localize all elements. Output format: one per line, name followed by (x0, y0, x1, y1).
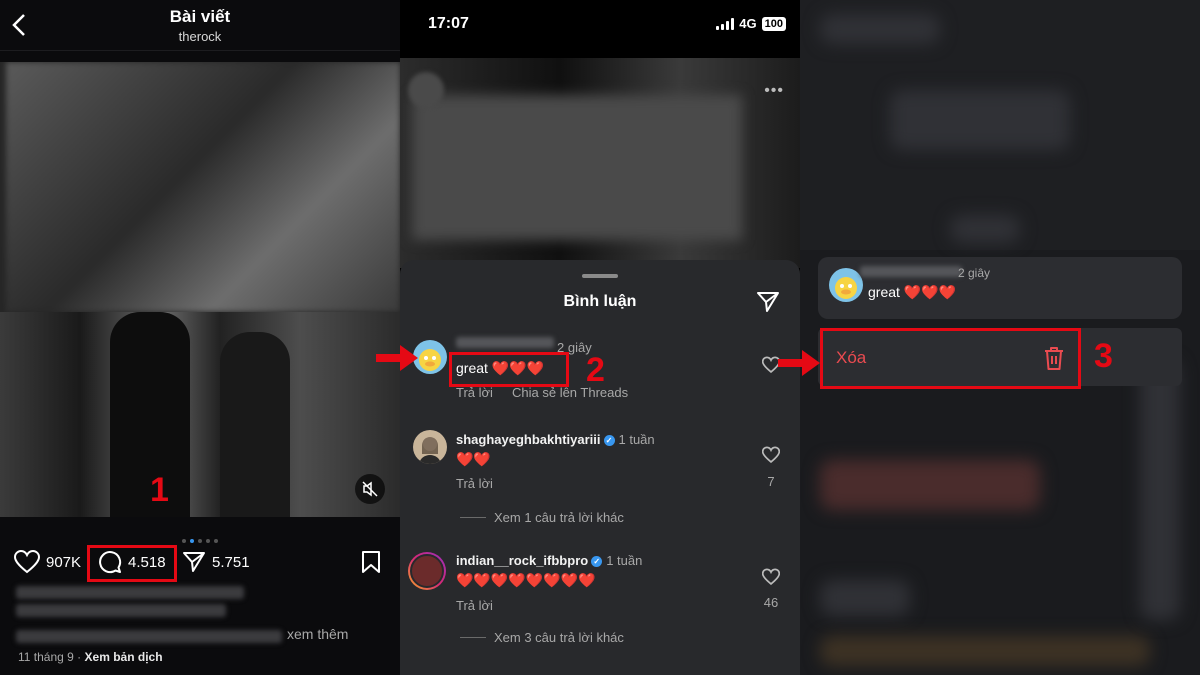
comment-age: 1 tuần (606, 553, 643, 568)
avatar (408, 552, 446, 590)
heart-icon[interactable] (761, 446, 781, 464)
battery-icon: 100 (761, 16, 786, 31)
reply-link[interactable]: Trả lời (456, 385, 493, 400)
comment-text: ❤️❤️❤️❤️❤️❤️❤️❤️ (456, 572, 596, 588)
view-more-replies[interactable]: Xem 3 câu trả lời khác (460, 630, 624, 645)
heart-icon[interactable] (761, 568, 781, 586)
page-subtitle: therock (178, 29, 222, 44)
blurred-area (950, 215, 1020, 243)
avatar (413, 430, 447, 464)
send-icon (183, 552, 205, 572)
arrow-right-icon (376, 345, 418, 371)
blurred-caption (16, 630, 282, 643)
view-more-replies[interactable]: Xem 1 câu trả lời khác (460, 510, 624, 525)
drag-handle[interactable] (582, 274, 618, 278)
blurred-caption (16, 586, 244, 599)
translate-link[interactable]: Xem bản dịch (85, 650, 163, 664)
verified-icon: ✓ (603, 435, 615, 446)
send-icon[interactable] (756, 290, 780, 314)
carousel-dot (190, 539, 194, 543)
post-actions: 907K 4.518 5.751 (0, 545, 400, 579)
comments-sheet: Bình luận 2 giây great ❤️❤️❤️ Trả lời Ch… (400, 260, 800, 675)
post-panel: Bài viết therock 907K 4.518 5.751 1 xem … (0, 0, 400, 675)
share-button[interactable]: 5.751 (182, 545, 250, 579)
like-count: 7 (767, 474, 775, 489)
like-button[interactable]: 907K (14, 545, 81, 579)
page-title: Bài viết (169, 7, 231, 26)
comments-panel: 17:07 4G 100 ••• Bình luận 2 giây great … (400, 0, 800, 675)
separator: · (77, 650, 82, 664)
highlight-box-comment (87, 545, 177, 582)
post-date: 11 tháng 9 (18, 650, 74, 664)
network-label: 4G (739, 16, 757, 31)
step-number-2: 2 (586, 351, 605, 389)
blurred-area (6, 62, 400, 312)
share-threads-link[interactable]: Chia sẻ lên Threads (512, 385, 628, 400)
comment-username[interactable]: indian__rock_ifbbpro (456, 553, 588, 568)
blurred-area (820, 460, 1040, 510)
sheet-title: Bình luận (563, 293, 637, 310)
avatar (829, 268, 863, 302)
carousel-dot (182, 539, 186, 543)
verified-icon: ✓ (591, 556, 603, 567)
post-date-line: 11 tháng 9 · Xem bản dịch (18, 650, 163, 664)
heart-icon (14, 550, 40, 574)
step-number-1: 1 (150, 471, 169, 509)
signal-icon (716, 17, 735, 30)
selected-comment-card: 2 giây great ❤️❤️❤️ (818, 257, 1182, 319)
like-count: 46 (763, 595, 779, 610)
blurred-area (890, 90, 1070, 150)
comment-age: 1 tuần (618, 432, 655, 447)
blurred-area (820, 580, 910, 616)
carousel-dot (206, 539, 210, 543)
comment-text: ❤️❤️ (456, 451, 491, 467)
mute-icon[interactable] (355, 474, 385, 504)
save-button[interactable] (360, 545, 382, 579)
blurred-area (820, 636, 1150, 666)
blurred-area (1140, 360, 1180, 620)
view-more-replies-label: Xem 3 câu trả lời khác (494, 630, 624, 645)
more-icon[interactable]: ••• (764, 82, 784, 100)
reply-link[interactable]: Trả lời (456, 476, 493, 491)
blurred-area (820, 14, 940, 44)
comment-username[interactable]: shaghayeghbakhtiyariii (456, 432, 601, 447)
avatar (408, 72, 444, 108)
arrow-right-icon (778, 350, 820, 376)
blurred-username (860, 266, 962, 277)
carousel-dot (214, 539, 218, 543)
photo-scene (0, 312, 400, 517)
post-header: Bài viết therock (0, 0, 400, 51)
status-time: 17:07 (428, 15, 469, 32)
status-bar: 4G 100 (716, 16, 786, 31)
see-more-link[interactable]: xem thêm (287, 626, 348, 642)
view-more-replies-label: Xem 1 câu trả lời khác (494, 510, 624, 525)
post-photo[interactable] (0, 62, 400, 517)
blurred-caption (16, 604, 226, 617)
share-count: 5.751 (212, 553, 250, 571)
bookmark-icon (362, 551, 380, 573)
carousel-dot (198, 539, 202, 543)
photo-figure (220, 332, 290, 517)
step-number-3: 3 (1094, 337, 1113, 375)
blurred-username (456, 337, 554, 348)
highlight-box-delete (820, 328, 1081, 389)
reply-link[interactable]: Trả lời (456, 598, 493, 613)
blurred-area (412, 95, 742, 240)
like-count: 907K (46, 553, 82, 571)
highlight-box-comment-text (449, 352, 569, 387)
comment-text: great ❤️❤️❤️ (868, 284, 957, 300)
comment-age: 2 giây (958, 266, 991, 280)
